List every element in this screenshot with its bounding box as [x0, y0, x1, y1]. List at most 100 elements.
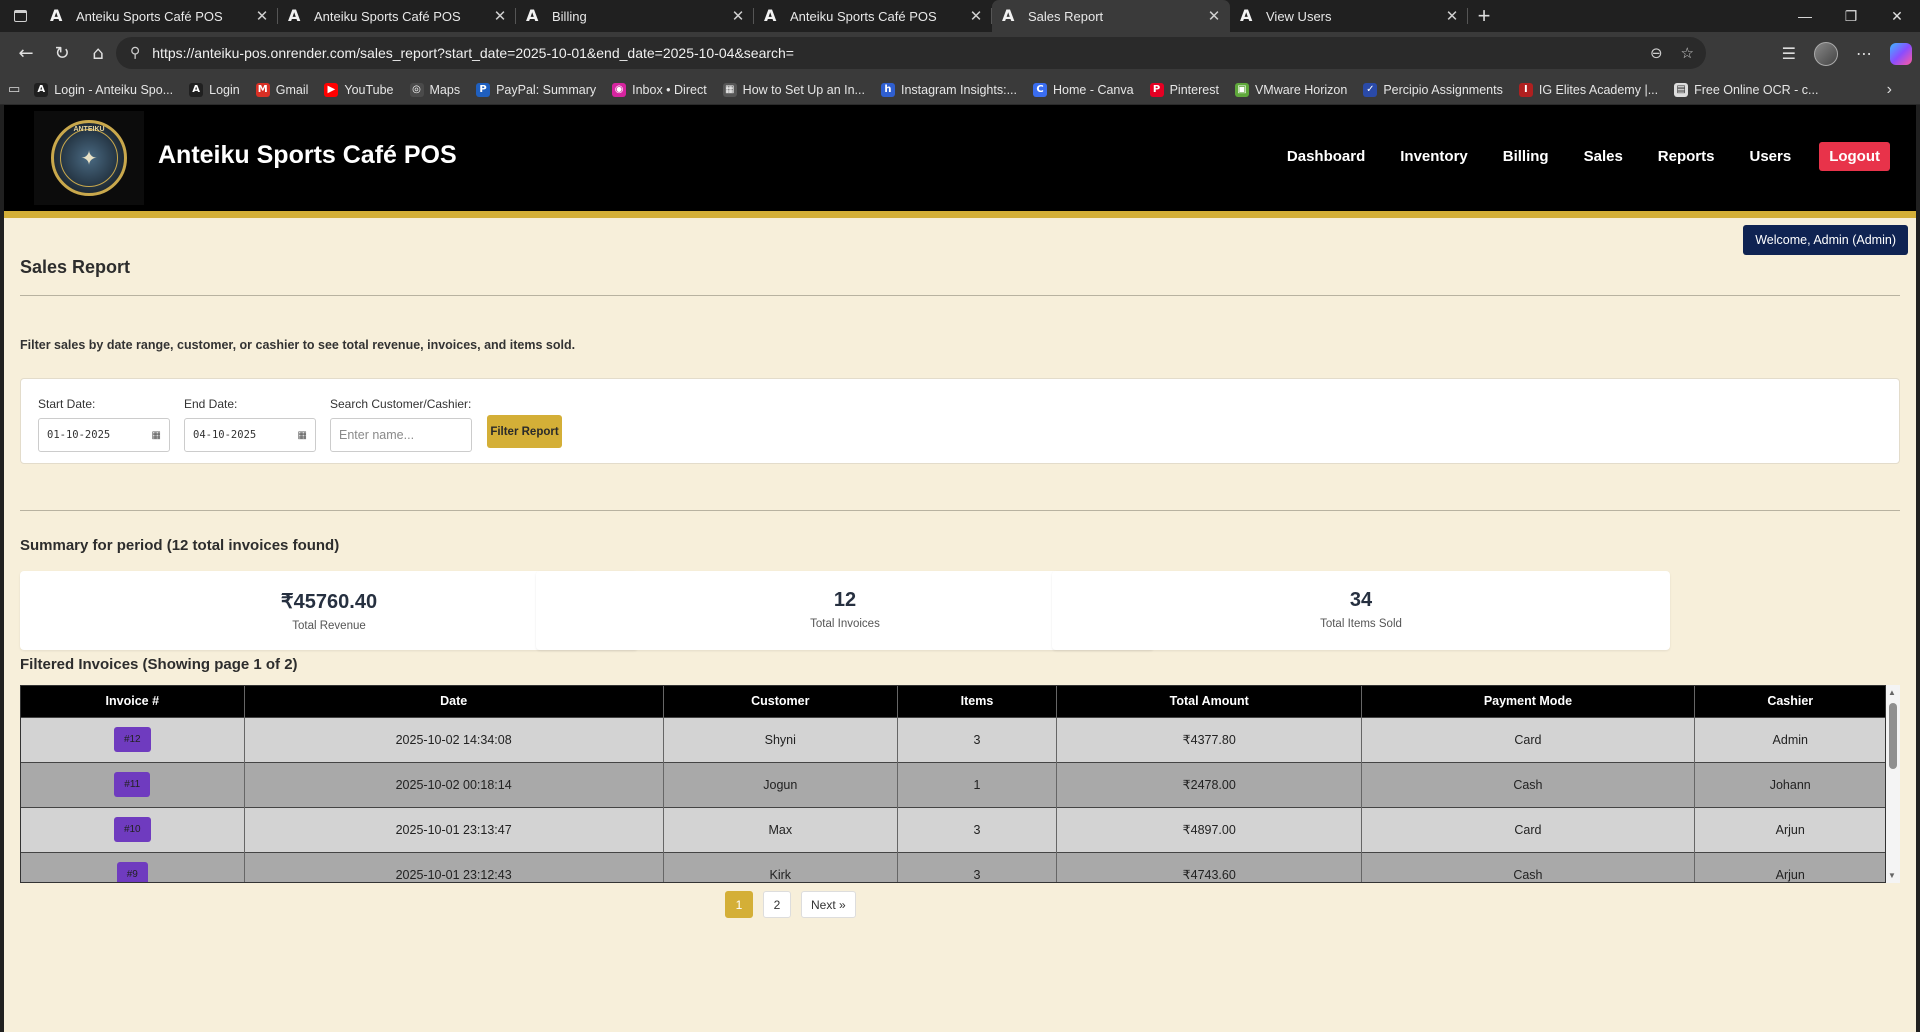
table-cell: #10 — [21, 806, 245, 852]
bookmark-item[interactable]: P PayPal: Summary — [476, 82, 596, 97]
nav-link-users[interactable]: Users — [1749, 148, 1791, 165]
bookmark-item[interactable]: P Pinterest — [1149, 82, 1219, 97]
page-2-button[interactable]: 2 — [763, 891, 791, 918]
nav-link-sales[interactable]: Sales — [1584, 148, 1623, 165]
search-label: Search Customer/Cashier: — [330, 397, 472, 411]
table-row: #11 2025-10-02 00:18:14 Jogun 1 ₹2478.00 Cash… — [21, 761, 1885, 807]
invoices-table-container: Invoice # Date Customer Items Total Amount Pa… — [20, 685, 1886, 883]
tab-close-icon[interactable]: ✕ — [254, 7, 270, 25]
bookmark-item[interactable]: ▤ Free Online OCR - c... — [1674, 82, 1818, 97]
profile-avatar[interactable] — [1814, 41, 1838, 66]
bookmark-item[interactable]: ◉ Inbox • Direct — [612, 82, 707, 97]
scroll-up-icon[interactable]: ▲ — [1888, 688, 1896, 697]
browser-tab[interactable]: A View Users ✕ — [1230, 0, 1468, 32]
tab-close-icon[interactable]: ✕ — [492, 7, 508, 25]
bookmark-item[interactable]: ▦ How to Set Up an In... — [722, 82, 865, 97]
invoice-link-button[interactable]: #9 — [116, 862, 148, 882]
bookmark-item[interactable]: M Gmail — [255, 82, 308, 97]
url-text[interactable]: https://anteiku-pos.onrender.com/sales_r… — [152, 45, 794, 61]
browser-tab[interactable]: A Anteiku Sports Café POS ✕ — [40, 0, 278, 32]
table-row: #12 2025-10-02 14:34:08 Shyni 3 ₹4377.80 Card… — [21, 716, 1885, 762]
nav-link-reports[interactable]: Reports — [1658, 148, 1715, 165]
browser-tab[interactable]: A Anteiku Sports Café POS ✕ — [278, 0, 516, 32]
bookmark-item[interactable]: h Instagram Insights:... — [880, 82, 1017, 97]
table-cell: 2025-10-01 23:12:43 — [244, 851, 664, 882]
invoice-link-button[interactable]: #11 — [114, 772, 151, 797]
scroll-thumb[interactable] — [1889, 703, 1897, 769]
bookmark-item[interactable]: ◎ Maps — [409, 82, 460, 97]
brand-logo[interactable]: ANTEIKU ✦ — [34, 111, 144, 205]
invoice-link-button[interactable]: #12 — [113, 727, 151, 752]
end-date-input[interactable]: 04-10-2025 ▦ — [184, 418, 316, 452]
tab-favicon-icon: A — [50, 6, 63, 25]
column-header[interactable]: Payment Mode — [1361, 686, 1695, 717]
page-description: Filter sales by date range, customer, or… — [20, 338, 576, 352]
browser-tab[interactable]: A Billing ✕ — [516, 0, 754, 32]
tab-strip: A Anteiku Sports Café POS ✕ A Anteiku Sports… — [40, 0, 1468, 32]
bookmark-item[interactable]: A Login — [189, 82, 240, 97]
refresh-icon[interactable]: ↻ — [44, 43, 80, 64]
nav-link-billing[interactable]: Billing — [1503, 148, 1549, 165]
pagination: 1 2 Next » — [725, 891, 856, 918]
column-header[interactable]: Invoice # — [21, 686, 245, 717]
home-icon[interactable]: ⌂ — [80, 43, 116, 64]
table-cell: 2025-10-02 14:34:08 — [244, 716, 664, 762]
tab-title: View Users — [1266, 8, 1332, 24]
column-header[interactable]: Date — [244, 686, 664, 717]
calendar-icon[interactable]: ▦ — [298, 430, 307, 441]
column-header[interactable]: Cashier — [1694, 686, 1885, 717]
bookmark-item[interactable]: ✓ Percipio Assignments — [1363, 82, 1503, 97]
bookmark-label: VMware Horizon — [1254, 82, 1348, 97]
copilot-icon[interactable] — [1890, 42, 1912, 65]
scroll-down-icon[interactable]: ▼ — [1888, 871, 1896, 880]
zoom-icon[interactable]: ⊖ — [1650, 44, 1663, 62]
column-header[interactable]: Customer — [663, 686, 898, 717]
bookmark-item[interactable]: C Home - Canva — [1033, 82, 1134, 97]
table-cell: Cash — [1361, 851, 1695, 882]
tab-close-icon[interactable]: ✕ — [968, 7, 984, 25]
page-1-button[interactable]: 1 — [725, 891, 753, 918]
back-icon[interactable]: ← — [8, 43, 44, 64]
more-menu-icon[interactable]: ⋯ — [1856, 44, 1872, 63]
calendar-icon[interactable]: ▦ — [152, 430, 161, 441]
address-bar[interactable]: ⚲ https://anteiku-pos.onrender.com/sales… — [116, 37, 1706, 69]
tab-close-icon[interactable]: ✕ — [1444, 7, 1460, 25]
next-page-button[interactable]: Next » — [801, 891, 856, 918]
bookmark-item[interactable]: ▣ VMware Horizon — [1234, 82, 1348, 97]
favorite-star-icon[interactable]: ☆ — [1681, 44, 1694, 62]
bookmark-favicon-icon: P — [476, 82, 491, 97]
favorites-icon[interactable]: ☰ — [1782, 44, 1796, 63]
browser-tab[interactable]: A Sales Report ✕ — [992, 0, 1230, 32]
bookmark-list: A Login - Anteiku Spo... A Login M Gmail ▶ YouT… — [34, 82, 1834, 97]
site-info-icon[interactable]: ⚲ — [130, 45, 140, 61]
invoice-link-button[interactable]: #10 — [113, 817, 151, 842]
table-cell: #12 — [21, 716, 245, 762]
table-scrollbar[interactable]: ▲ ▼ — [1886, 685, 1900, 883]
table-body: #12 2025-10-02 14:34:08 Shyni 3 ₹4377.80 Card… — [21, 716, 1885, 882]
nav-link-inventory[interactable]: Inventory — [1400, 148, 1468, 165]
web-page: ANTEIKU ✦ Anteiku Sports Café POS Dashbo… — [4, 105, 1916, 1032]
nav-link-dashboard[interactable]: Dashboard — [1287, 148, 1365, 165]
restore-icon[interactable]: ❐ — [1828, 0, 1874, 32]
logout-button[interactable]: Logout — [1819, 142, 1890, 171]
close-window-icon[interactable]: ✕ — [1874, 0, 1920, 32]
bookmark-item[interactable]: I IG Elites Academy |... — [1518, 82, 1658, 97]
bookmark-item[interactable]: ▶ YouTube — [324, 82, 394, 97]
summary-title: Summary for period (12 total invoices fo… — [20, 537, 340, 554]
start-date-input[interactable]: 01-10-2025 ▦ — [38, 418, 170, 452]
minimize-icon[interactable]: — — [1782, 0, 1828, 32]
column-header[interactable]: Items — [897, 686, 1058, 717]
new-tab-button[interactable]: + — [1468, 3, 1500, 29]
browser-tab[interactable]: A Anteiku Sports Café POS ✕ — [754, 0, 992, 32]
tab-close-icon[interactable]: ✕ — [730, 7, 746, 25]
total-items-card: 34 Total Items Sold — [1052, 571, 1670, 650]
tab-actions-button[interactable] — [0, 0, 40, 32]
filter-report-button[interactable]: Filter Report — [487, 415, 562, 448]
bookmarks-overflow-icon[interactable]: › — [1887, 81, 1892, 99]
column-header[interactable]: Total Amount — [1056, 686, 1363, 717]
search-input[interactable]: Enter name... — [330, 418, 472, 452]
tab-close-icon[interactable]: ✕ — [1206, 7, 1222, 25]
brand-title[interactable]: Anteiku Sports Café POS — [158, 141, 457, 170]
bookmark-item[interactable]: A Login - Anteiku Spo... — [34, 82, 173, 97]
reading-list-icon[interactable]: ▭ — [8, 82, 20, 97]
